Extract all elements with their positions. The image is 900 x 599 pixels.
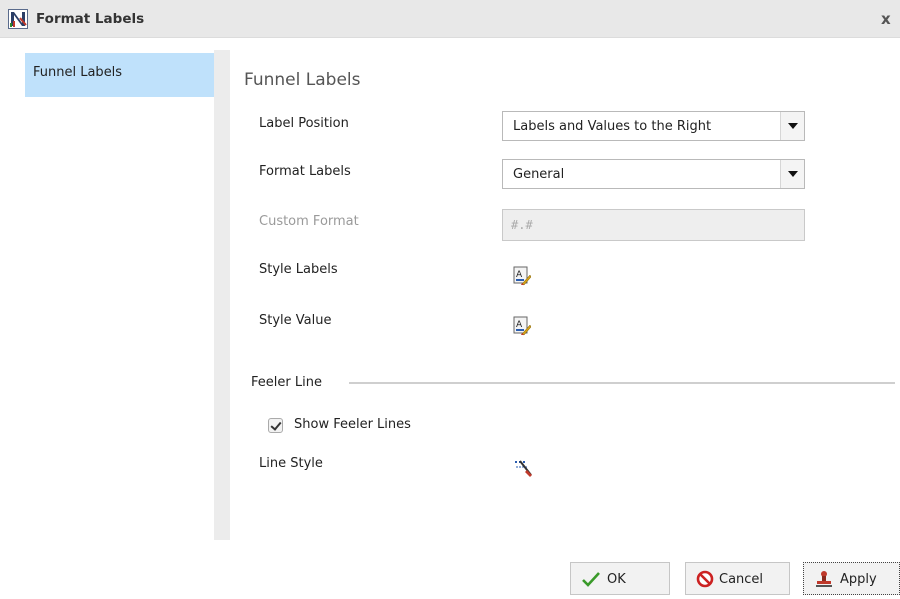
line-style-icon[interactable] <box>514 458 534 478</box>
apply-button[interactable]: Apply <box>803 562 900 595</box>
format-labels-icon <box>8 9 28 29</box>
checkmark-icon <box>581 570 601 588</box>
ok-button[interactable]: OK <box>570 562 670 595</box>
sidebar: Funnel Labels <box>0 38 214 540</box>
svg-text:A: A <box>516 320 523 330</box>
custom-format-input: #.# <box>502 209 805 241</box>
close-button[interactable]: x <box>881 10 891 28</box>
chevron-down-icon[interactable] <box>780 160 804 188</box>
dialog-titlebar: Format Labels x <box>0 0 900 38</box>
label-position-value: Labels and Values to the Right <box>513 119 712 134</box>
label-position-label: Label Position <box>259 116 349 131</box>
show-feeler-lines-checkbox[interactable] <box>268 418 283 433</box>
style-text-icon[interactable]: A <box>513 266 532 286</box>
label-position-select[interactable]: Labels and Values to the Right <box>502 111 805 141</box>
stamp-icon <box>814 570 834 588</box>
format-labels-label: Format Labels <box>259 164 351 179</box>
style-text-icon[interactable]: A <box>513 316 532 336</box>
cancel-button[interactable]: Cancel <box>685 562 790 595</box>
show-feeler-lines-label[interactable]: Show Feeler Lines <box>294 417 411 432</box>
format-labels-select[interactable]: General <box>502 159 805 189</box>
group-divider <box>349 382 895 384</box>
line-style-label: Line Style <box>259 456 323 471</box>
chevron-down-icon[interactable] <box>780 112 804 140</box>
cancel-label: Cancel <box>719 572 764 587</box>
style-value-label: Style Value <box>259 313 332 328</box>
style-labels-label: Style Labels <box>259 262 338 277</box>
ok-label: OK <box>607 572 626 587</box>
section-title: Funnel Labels <box>244 70 361 90</box>
sidebar-item-funnel-labels[interactable]: Funnel Labels <box>25 53 214 97</box>
feeler-line-group-title: Feeler Line <box>251 375 322 390</box>
custom-format-label: Custom Format <box>259 214 359 229</box>
cancel-icon <box>696 570 716 588</box>
apply-label: Apply <box>840 572 877 587</box>
dialog-title: Format Labels <box>36 11 145 27</box>
sidebar-divider <box>214 50 230 540</box>
format-labels-value: General <box>513 167 565 182</box>
svg-text:A: A <box>516 270 523 280</box>
custom-format-value: #.# <box>511 218 533 232</box>
